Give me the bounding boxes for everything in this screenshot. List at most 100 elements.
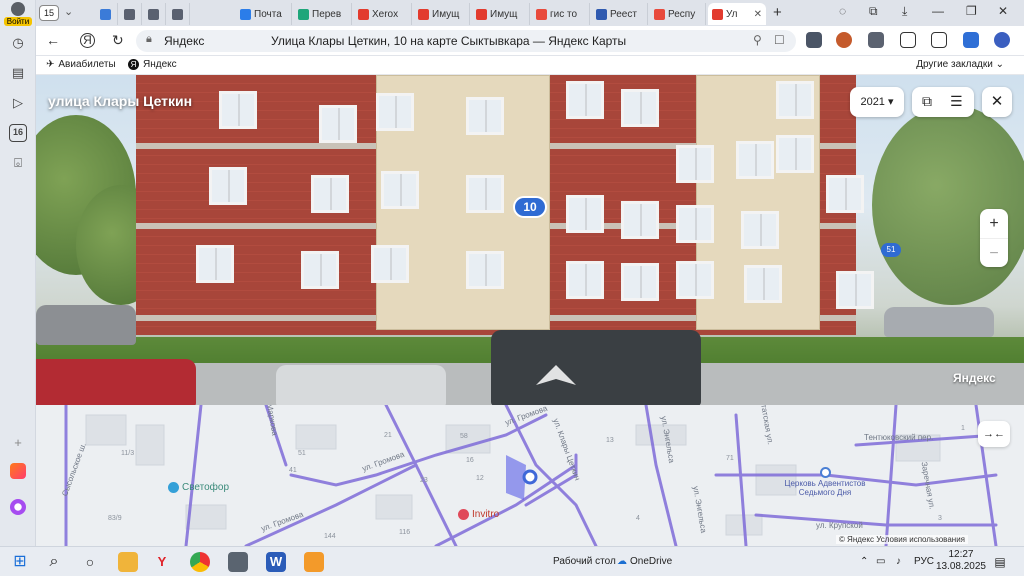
clock-icon[interactable]: ◷: [9, 34, 27, 52]
poi-church[interactable]: Церковь Адвентистов Седьмого Дня: [780, 467, 870, 497]
browser-tab[interactable]: Xerox: [354, 3, 412, 25]
file-explorer-icon[interactable]: [118, 552, 138, 572]
url-host: Яндекс: [164, 34, 205, 48]
yandex-icon: Я: [128, 59, 139, 70]
zoom-out-button[interactable]: −: [980, 238, 1008, 267]
download-icon[interactable]: ⤓: [902, 4, 907, 19]
other-bookmarks-button[interactable]: Другие закладки ⌄: [916, 59, 1004, 70]
extension-dark-icon[interactable]: [868, 32, 884, 48]
chevron-down-icon[interactable]: ⌄: [64, 5, 73, 18]
poi-svetofor[interactable]: Светофор: [168, 482, 229, 493]
alice-icon[interactable]: [9, 498, 27, 516]
year-select[interactable]: 2021 ▾: [850, 87, 904, 117]
app-icon[interactable]: [304, 552, 324, 572]
label-krupskoy: ул. Крупской: [816, 521, 863, 530]
open-external-icon[interactable]: ⧉: [922, 93, 932, 110]
plane-icon: ✈: [46, 59, 55, 70]
close-tab-icon[interactable]: ✕: [754, 9, 762, 20]
browser-tab[interactable]: Перев: [294, 3, 352, 25]
word-icon[interactable]: W: [266, 552, 286, 572]
browser-tab[interactable]: [144, 3, 166, 25]
grey-car: [884, 307, 994, 337]
bookmark-label: Яндекс: [143, 59, 177, 70]
house-number-label: 23: [420, 477, 428, 484]
cloud-icon[interactable]: ☁: [617, 556, 627, 567]
white-car: [276, 365, 446, 405]
tab-label: Xerox: [372, 8, 399, 20]
network-icon[interactable]: ▭: [876, 556, 885, 567]
bookmark-yandex[interactable]: Я Яндекс: [128, 59, 177, 70]
location-pin-icon[interactable]: ⚲: [753, 33, 762, 47]
back-icon[interactable]: ←: [46, 32, 60, 48]
play-icon[interactable]: ▷: [9, 94, 27, 112]
yandex-icon[interactable]: Я: [80, 33, 95, 48]
yandex-browser-icon[interactable]: Y: [152, 552, 172, 572]
browser-tab[interactable]: [168, 3, 190, 25]
zoom-in-button[interactable]: +: [980, 209, 1008, 238]
collections-icon[interactable]: ▤: [9, 64, 27, 82]
lock-icon[interactable]: 🔒︎: [146, 33, 152, 46]
browser-tab[interactable]: гис то: [532, 3, 590, 25]
browser-tab[interactable]: Респу: [650, 3, 706, 25]
calendar-icon[interactable]: 16: [9, 124, 27, 142]
notifications-icon[interactable]: ▤: [990, 552, 1010, 572]
task-view-icon[interactable]: ○: [80, 552, 100, 572]
protect-icon[interactable]: [806, 32, 822, 48]
url-field[interactable]: 🔒︎ Яндекс Улица Клары Цеткин, 10 на карт…: [136, 30, 796, 52]
search-icon[interactable]: ⌕: [44, 552, 64, 572]
add-icon[interactable]: +: [9, 434, 27, 452]
windows-start-icon[interactable]: ⊞: [10, 552, 30, 572]
tray-chevron-icon[interactable]: ⌃: [860, 556, 868, 567]
caret-down-icon: ▾: [888, 96, 894, 108]
building-window: [676, 205, 714, 243]
browser-tab[interactable]: Имущ: [472, 3, 530, 25]
tab-counter[interactable]: 15: [39, 5, 59, 21]
browser-tab[interactable]: Имущ: [414, 3, 470, 25]
system-clock[interactable]: 12:27 13.08.2025: [936, 549, 986, 573]
tabs-icon[interactable]: ⧉: [869, 4, 878, 19]
browser-tab[interactable]: Почта: [236, 3, 292, 25]
close-window-button[interactable]: ✕: [998, 4, 1008, 18]
collapse-map-button[interactable]: →←: [978, 421, 1010, 447]
login-button[interactable]: Войти: [4, 2, 32, 28]
shield-icon[interactable]: [931, 32, 947, 48]
neighbor-house-badge[interactable]: 51: [881, 243, 901, 257]
bookmark-icon[interactable]: ☐: [774, 33, 785, 47]
onedrive-label[interactable]: OneDrive: [630, 556, 672, 567]
profile-icon[interactable]: ◌: [839, 4, 846, 18]
bookmark-aviabilety[interactable]: ✈ Авиабилеты: [46, 59, 116, 70]
street-view-panorama[interactable]: улица Клары Цеткин 10 51 2021 ▾ ⧉ ☰ ✕ + …: [36, 75, 1024, 405]
building-window: [621, 201, 659, 239]
volume-icon[interactable]: ♪: [896, 556, 901, 567]
house-number-badge[interactable]: 10: [513, 196, 547, 218]
mini-map[interactable]: ул. Громова ул. Громова ул. Громова ул. Энг…: [36, 405, 1024, 546]
screenshot-icon[interactable]: ⌻: [9, 154, 27, 172]
new-tab-button[interactable]: +: [773, 4, 782, 21]
chrome-icon[interactable]: [190, 552, 210, 572]
menu-icon[interactable]: ☰: [950, 93, 963, 110]
extension-avatar-icon[interactable]: [836, 32, 852, 48]
house-number-label: 11/3: [121, 450, 135, 457]
browser-tab[interactable]: Реест: [592, 3, 648, 25]
browser-tab[interactable]: [120, 3, 142, 25]
puzzle-icon[interactable]: [900, 32, 916, 48]
restore-button[interactable]: ❐: [966, 4, 977, 18]
year-value: 2021: [860, 96, 885, 108]
shop-icon: [168, 482, 179, 493]
browser-tab[interactable]: Ул ✕: [708, 3, 766, 25]
poi-invitro[interactable]: Invitro: [458, 509, 499, 520]
reload-icon[interactable]: ↻: [112, 32, 124, 49]
building-window: [621, 263, 659, 301]
calendar-day: 16: [12, 127, 23, 137]
minimize-button[interactable]: —: [932, 4, 944, 18]
calculator-icon[interactable]: [228, 552, 248, 572]
desktop-label[interactable]: Рабочий стол: [553, 556, 616, 567]
close-panorama-button[interactable]: ✕: [982, 87, 1012, 117]
browser-tab[interactable]: [96, 3, 118, 25]
translate-icon[interactable]: [963, 32, 979, 48]
building-window: [219, 91, 257, 129]
language-indicator[interactable]: РУС: [914, 556, 934, 567]
terms-link[interactable]: Условия использования: [876, 535, 965, 544]
alice-apps-icon[interactable]: [9, 462, 27, 480]
extension-blue-icon[interactable]: [994, 32, 1010, 48]
